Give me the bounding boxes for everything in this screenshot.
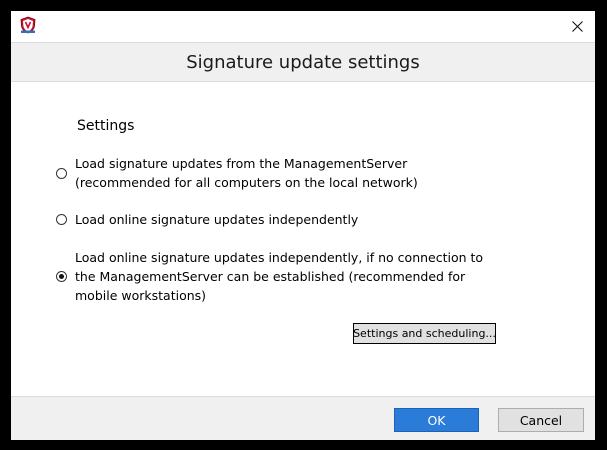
shield-icon bbox=[19, 16, 37, 34]
radio-online-fallback[interactable] bbox=[56, 271, 67, 282]
title-bar[interactable] bbox=[11, 11, 595, 42]
dialog-footer: OK Cancel bbox=[11, 396, 595, 440]
settings-label: Settings bbox=[77, 118, 135, 134]
close-button[interactable] bbox=[559, 11, 595, 41]
ok-button[interactable]: OK bbox=[394, 408, 479, 432]
settings-and-scheduling-button[interactable]: Settings and scheduling... bbox=[353, 323, 496, 344]
header-band: Signature update settings bbox=[11, 42, 595, 82]
option-label: Load online signature updates independen… bbox=[75, 212, 359, 227]
option-management-server[interactable]: Load signature updates from the Manageme… bbox=[56, 154, 418, 192]
radio-online-independent[interactable] bbox=[56, 214, 67, 225]
page-title: Signature update settings bbox=[186, 51, 420, 73]
close-icon bbox=[571, 17, 583, 36]
radio-management-server[interactable] bbox=[56, 167, 67, 179]
option-online-fallback[interactable]: Load online signature updates independen… bbox=[56, 248, 483, 305]
option-label: Load online signature updates independen… bbox=[75, 250, 484, 303]
option-online-independent[interactable]: Load online signature updates independen… bbox=[56, 210, 358, 229]
signature-update-dialog: Signature update settings Settings Load … bbox=[11, 11, 595, 440]
cancel-button[interactable]: Cancel bbox=[498, 408, 584, 432]
option-label: Load signature updates from the Manageme… bbox=[75, 156, 418, 190]
